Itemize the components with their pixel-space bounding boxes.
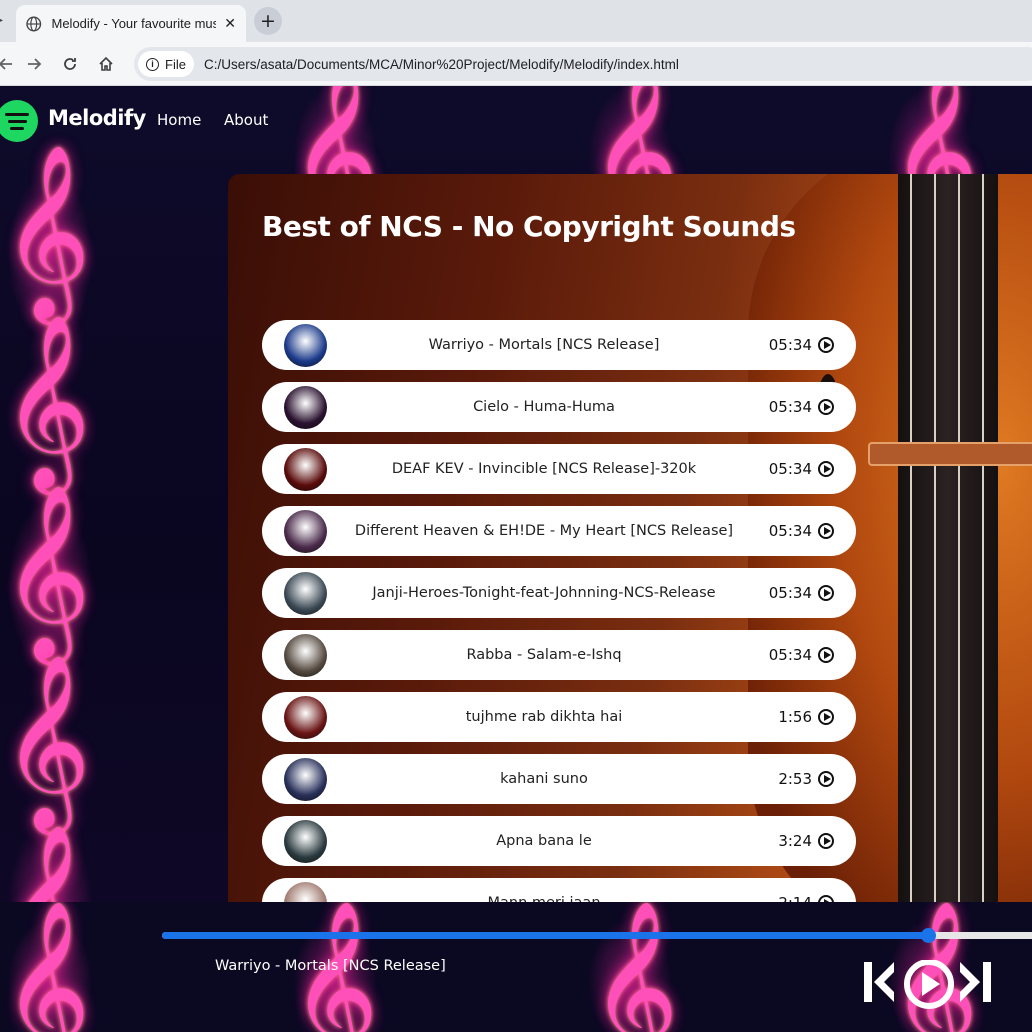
- tab-strip-edge: ▸: [0, 12, 3, 28]
- song-cover-image: [284, 448, 327, 491]
- playlist-title: Best of NCS - No Copyright Sounds: [262, 210, 796, 243]
- next-icon[interactable]: [958, 960, 994, 1004]
- play-circle-icon[interactable]: [818, 399, 834, 415]
- song-item[interactable]: Mann meri jaan 2:14: [262, 878, 856, 904]
- song-item[interactable]: Rabba - Salam-e-Ishq 05:34: [262, 630, 856, 680]
- song-item[interactable]: Different Heaven & EH!DE - My Heart [NCS…: [262, 506, 856, 556]
- address-bar[interactable]: i File C:/Users/asata/Documents/MCA/Mino…: [134, 47, 1032, 81]
- treble-clef-decoration: 𝄞: [2, 144, 91, 318]
- song-cover-image: [284, 696, 327, 739]
- song-cover-image: [284, 324, 327, 367]
- song-item[interactable]: kahani suno 2:53: [262, 754, 856, 804]
- previous-icon[interactable]: [862, 960, 896, 1004]
- play-circle-icon[interactable]: [818, 337, 834, 353]
- site-info-label: File: [165, 56, 186, 72]
- song-name: tujhme rab dikhta hai: [465, 709, 623, 725]
- song-duration: 05:34: [768, 336, 812, 354]
- globe-icon: [26, 16, 42, 31]
- play-circle-icon[interactable]: [818, 585, 834, 601]
- close-tab-icon[interactable]: ✕: [224, 16, 236, 32]
- play-pause-icon[interactable]: [902, 960, 956, 1014]
- violin-string: [910, 174, 912, 904]
- song-name: Rabba - Salam-e-Ishq: [466, 647, 622, 663]
- nav-link-about[interactable]: About: [224, 111, 268, 129]
- player-bar: 𝄞 𝄞 𝄞 𝄞 Warriyo - Mortals [NCS Release]: [0, 902, 1032, 1032]
- song-duration: 05:34: [768, 522, 812, 540]
- song-cover-image: [284, 572, 327, 615]
- now-playing-title: Warriyo - Mortals [NCS Release]: [215, 958, 446, 974]
- song-duration: 05:34: [768, 398, 812, 416]
- play-circle-icon[interactable]: [818, 709, 834, 725]
- progress-fill: [162, 932, 928, 939]
- home-icon[interactable]: [94, 52, 118, 76]
- song-progress-bar[interactable]: [162, 928, 1032, 943]
- treble-clef-decoration: 𝄞: [2, 314, 91, 488]
- playlist-container: Best of NCS - No Copyright Sounds Warriy…: [228, 174, 1032, 904]
- song-name: Warriyo - Mortals [NCS Release]: [428, 337, 660, 353]
- song-item[interactable]: DEAF KEV - Invincible [NCS Release]-320k…: [262, 444, 856, 494]
- browser-tab-strip: ▸ Melodify - Your favourite music ✕ +: [0, 0, 1032, 42]
- play-circle-icon[interactable]: [818, 461, 834, 477]
- song-name: Apna bana le: [496, 833, 592, 849]
- song-name: Cielo - Huma-Huma: [473, 399, 615, 415]
- spotify-logo-icon[interactable]: [0, 100, 38, 142]
- tab-title: Melodify - Your favourite music: [51, 16, 217, 31]
- song-duration: 05:34: [768, 646, 812, 664]
- song-duration: 3:24: [778, 832, 812, 850]
- violin-string: [934, 174, 936, 904]
- song-name: Different Heaven & EH!DE - My Heart [NCS…: [354, 523, 734, 539]
- brand-name[interactable]: Melodify: [48, 106, 146, 130]
- forward-arrow-icon[interactable]: [22, 52, 46, 76]
- song-cover-image: [284, 758, 327, 801]
- progress-thumb[interactable]: [921, 928, 936, 943]
- song-duration: 1:56: [778, 708, 812, 726]
- song-name: DEAF KEV - Invincible [NCS Release]-320k: [391, 461, 697, 477]
- site-info-chip[interactable]: i File: [138, 51, 194, 77]
- violin-string: [958, 174, 960, 904]
- song-name: Janji-Heroes-Tonight-feat-Johnning-NCS-R…: [372, 585, 716, 601]
- song-duration: 05:34: [768, 460, 812, 478]
- song-item[interactable]: Janji-Heroes-Tonight-feat-Johnning-NCS-R…: [262, 568, 856, 618]
- treble-clef-decoration: 𝄞: [2, 484, 91, 658]
- treble-clef-decoration: 𝄞: [590, 902, 679, 1032]
- song-name: kahani suno: [500, 771, 588, 787]
- song-item[interactable]: Apna bana le 3:24: [262, 816, 856, 866]
- play-circle-icon[interactable]: [818, 647, 834, 663]
- song-cover-image: [284, 820, 327, 863]
- browser-tab[interactable]: Melodify - Your favourite music ✕: [16, 5, 246, 42]
- play-circle-icon[interactable]: [818, 771, 834, 787]
- play-circle-icon[interactable]: [818, 523, 834, 539]
- song-item[interactable]: Cielo - Huma-Huma 05:34: [262, 382, 856, 432]
- song-cover-image: [284, 882, 327, 904]
- back-arrow-icon[interactable]: [0, 52, 18, 76]
- song-item[interactable]: tujhme rab dikhta hai 1:56: [262, 692, 856, 742]
- treble-clef-decoration: 𝄞: [2, 654, 91, 828]
- violin-bridge: [868, 442, 1032, 466]
- browser-toolbar: i File C:/Users/asata/Documents/MCA/Mino…: [0, 42, 1032, 86]
- song-cover-image: [284, 634, 327, 677]
- page-background: 𝄞 𝄞 𝄞 𝄞 𝄞 𝄞 𝄞 𝄞 Melodify Home About Best…: [0, 86, 1032, 1032]
- navbar: Melodify Home About: [0, 86, 1032, 154]
- song-duration: 2:53: [778, 770, 812, 788]
- treble-clef-decoration: 𝄞: [2, 902, 91, 1032]
- song-cover-image: [284, 510, 327, 553]
- url-text: C:/Users/asata/Documents/MCA/Minor%20Pro…: [203, 56, 679, 72]
- nav-link-home[interactable]: Home: [157, 111, 201, 129]
- reload-icon[interactable]: [58, 52, 82, 76]
- play-circle-icon[interactable]: [818, 833, 834, 849]
- new-tab-button[interactable]: +: [254, 7, 282, 35]
- info-icon: i: [146, 57, 159, 71]
- song-duration: 05:34: [768, 584, 812, 602]
- song-item[interactable]: Warriyo - Mortals [NCS Release] 05:34: [262, 320, 856, 370]
- song-cover-image: [284, 386, 327, 429]
- violin-string: [982, 174, 984, 904]
